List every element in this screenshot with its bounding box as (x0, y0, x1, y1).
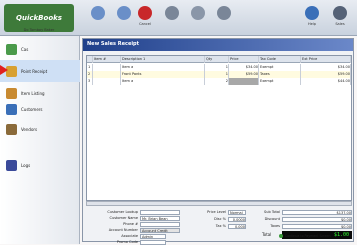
discount-row: Discount $0.00 (264, 216, 352, 222)
disc-field[interactable]: 0.0000 (228, 216, 246, 222)
log-icon (6, 159, 17, 171)
account-number-field[interactable]: Account Credit (140, 227, 180, 233)
back-icon (117, 6, 131, 20)
horizontal-scrollbar[interactable] (86, 201, 352, 206)
tax-row: Tax % 0.000 (215, 223, 246, 229)
toolbar: QuickBooks Do Tomboy Baker Cancel Help S… (0, 0, 357, 36)
app-window: QuickBooks Do Tomboy Baker Cancel Help S… (0, 0, 357, 245)
help-button[interactable]: Help (300, 6, 324, 32)
promo-code-row: Promo Code (86, 239, 166, 245)
discount-field: $0.00 (282, 216, 352, 222)
cancel-button[interactable]: Cancel (133, 6, 157, 32)
cancel-icon (138, 6, 152, 20)
gear-icon (165, 6, 179, 20)
column-header[interactable]: Item # (93, 56, 121, 63)
table-row[interactable]: 1 Item a 1 $34.00 Exempt $34.00 (87, 64, 351, 71)
home-button[interactable] (86, 6, 110, 32)
list-icon (6, 87, 17, 99)
disc-row: Disc % 0.0000 (214, 216, 246, 222)
sales-receipt-panel: New Sales Receipt Item # Description 1 Q… (82, 38, 354, 245)
sidebar-item-label: Logs (21, 162, 31, 168)
help-icon (305, 6, 319, 20)
panel-title: New Sales Receipt (83, 39, 353, 51)
sales-icon (333, 6, 347, 20)
gear-button[interactable] (160, 6, 184, 32)
chart-icon (217, 6, 231, 20)
subtotal-field: $137.00 (282, 209, 352, 215)
line-items-grid: Item # Description 1 Qty Price Tax Code … (86, 55, 352, 201)
taxes-row: Taxes $0.00 (270, 223, 352, 229)
table-row[interactable]: 2 Front Pants 1 $59.00 Taxes $59.00 (87, 71, 351, 78)
sidebar-item-label: Cas (21, 46, 29, 52)
sidebar-item-cas[interactable]: Cas (0, 38, 80, 60)
sidebar-item-label: Vendors (21, 126, 38, 132)
table-row[interactable]: 3 Item a 2 Exempt $44.00 (87, 78, 351, 85)
check-icon (279, 233, 283, 238)
people-icon (6, 103, 17, 115)
home-icon (91, 6, 105, 20)
sidebar-item-point-receipt[interactable]: Point Receipt (0, 60, 80, 82)
column-header[interactable]: Description 1 (121, 56, 205, 63)
selection-arrow-icon (0, 65, 8, 75)
sidebar-item-logs[interactable]: Logs (0, 154, 80, 176)
sales-button[interactable]: Sales (328, 6, 352, 32)
column-header[interactable]: Price (229, 56, 259, 63)
customer-lookup-field[interactable] (140, 209, 180, 215)
column-header[interactable]: Tax Code (259, 56, 301, 63)
sidebar-item-label: Point Receipt (21, 68, 48, 74)
customer-name-field[interactable]: Mr. Brian Bean (140, 215, 180, 221)
sidebar-item-customers[interactable]: Customers (0, 98, 80, 120)
tag-icon (6, 43, 17, 55)
column-header[interactable]: Qty (205, 56, 229, 63)
price-level-select[interactable]: Normal (228, 209, 246, 215)
clock-button[interactable] (186, 6, 210, 32)
clock-icon (191, 6, 205, 20)
sidebar-item-label: Item Listing (21, 90, 45, 96)
associate-select[interactable]: Admin (140, 233, 166, 239)
tax-field[interactable]: 0.000 (228, 223, 246, 229)
subtotal-row: Sub Total $137.00 (264, 209, 352, 215)
chart-button[interactable] (212, 6, 236, 32)
sidebar: Cas Point Receipt Item Listing Customers… (0, 36, 80, 244)
phone-field[interactable] (140, 221, 180, 227)
sidebar-item-vendors[interactable]: Vendors (0, 118, 80, 140)
truck-icon (6, 123, 17, 135)
column-header[interactable]: Ext Price (301, 56, 351, 63)
total-label: Total (262, 232, 272, 237)
continue-to-payment-button[interactable]: Continue to Payment Screen (279, 233, 349, 238)
price-level-row: Price Level Normal (202, 209, 246, 215)
app-tagline: Do Tomboy Baker (23, 28, 55, 32)
grid-header: Item # Description 1 Qty Price Tax Code … (87, 56, 351, 63)
taxes-field: $0.00 (282, 223, 352, 229)
sidebar-item-label: Customers (21, 106, 43, 112)
